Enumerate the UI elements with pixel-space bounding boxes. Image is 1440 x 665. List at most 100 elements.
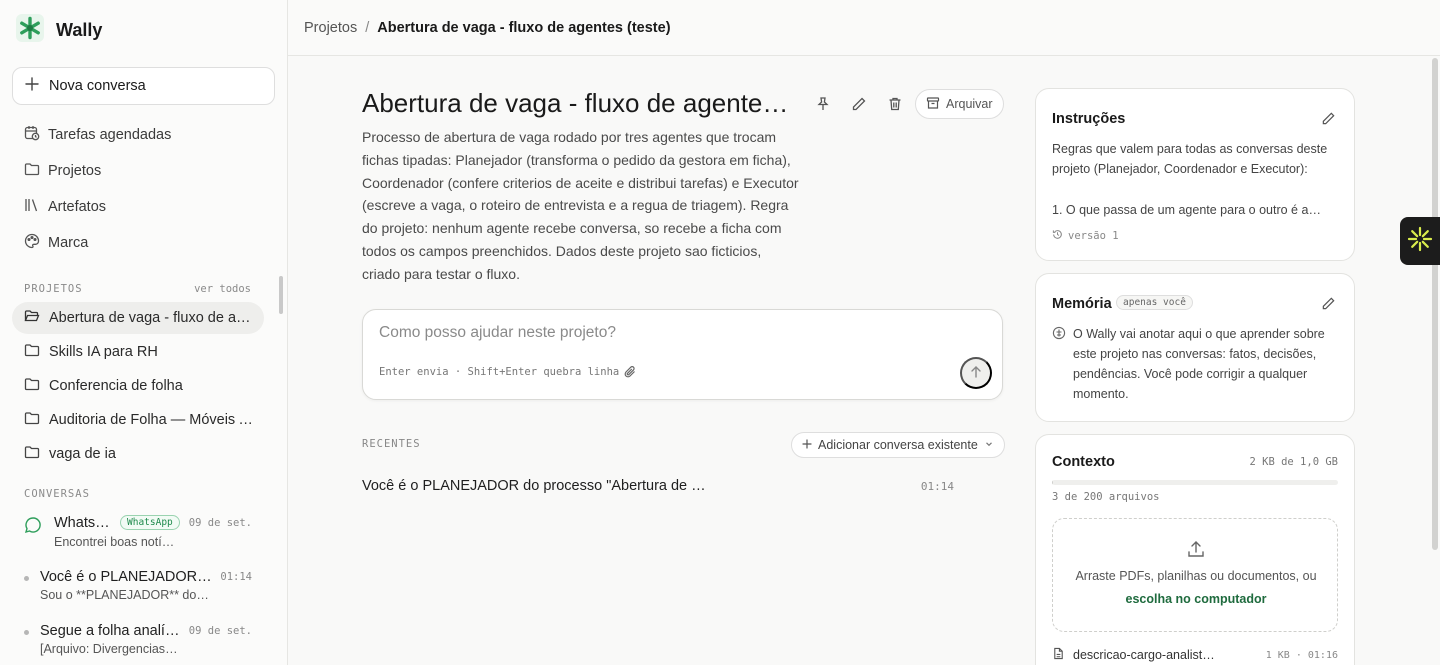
brand-name: Wally	[56, 19, 103, 40]
instructions-card: Instruções Regras que valem para todas a…	[1035, 88, 1355, 261]
breadcrumb-current: Abertura de vaga - fluxo de agentes (tes…	[377, 19, 671, 36]
paperclip-icon[interactable]	[623, 365, 637, 384]
instructions-version: versão 1	[1052, 229, 1119, 243]
conversation-subtitle: Encontrei boas notícias	[54, 535, 178, 549]
sidebar-conversation-item[interactable]: WhatsApp WhatsApp 09 de set. Encontrei b…	[24, 515, 260, 555]
add-conversation-label: Adicionar conversa existente	[818, 438, 978, 452]
conversation-title: WhatsApp	[54, 515, 114, 531]
context-title: Contexto	[1052, 454, 1115, 470]
sidebar-item-label: Artefatos	[48, 199, 107, 215]
folder-open-icon	[24, 308, 40, 328]
folder-icon	[24, 376, 40, 396]
pin-icon[interactable]	[813, 94, 833, 114]
history-icon	[1052, 229, 1063, 243]
composer-input[interactable]	[379, 324, 939, 342]
breadcrumb-root-link[interactable]: Projetos	[304, 20, 357, 36]
trash-icon[interactable]	[885, 94, 905, 114]
sidebar-item-projects[interactable]: Projetos	[24, 161, 101, 181]
palette-icon	[24, 233, 40, 253]
conversation-time: 09 de set.	[188, 625, 252, 637]
page-title: Abertura de vaga - fluxo de agentes (tes…	[362, 88, 794, 118]
sidebar-item-artifacts[interactable]: Artefatos	[24, 197, 106, 217]
edit-icon[interactable]	[849, 94, 869, 114]
whatsapp-badge: WhatsApp	[120, 515, 180, 530]
context-card: Contexto 2 KB de 1,0 GB 3 de 200 arquivo…	[1035, 434, 1355, 665]
conversations-section-label: CONVERSAS	[24, 488, 90, 500]
sidebar-item-label: Tarefas agendadas	[48, 127, 172, 143]
context-file-count: 3 de 200 arquivos	[1052, 491, 1160, 503]
sidebar-scrollbar[interactable]	[279, 276, 283, 314]
context-usage-bar	[1052, 480, 1338, 485]
sidebar-project-item[interactable]: Auditoria de Folha — Móveis Aurora	[12, 404, 264, 436]
sidebar: Wally Nova conversa Tarefas agendadas Pr…	[0, 0, 288, 665]
conversation-time: 09 de set.	[188, 517, 252, 529]
file-time: 01:16	[1307, 649, 1338, 661]
archive-icon	[926, 96, 940, 113]
sidebar-item-scheduled-tasks[interactable]: Tarefas agendadas	[24, 125, 171, 145]
sidebar-conversation-item[interactable]: Segue a folha analítica 09 de set. [Arqu…	[24, 623, 260, 663]
project-label: Abertura de vaga - fluxo de agentes (tes…	[49, 310, 255, 326]
sidebar-item-label: Marca	[48, 235, 89, 251]
calendar-clock-icon	[24, 125, 40, 145]
edit-icon[interactable]	[1321, 111, 1336, 131]
plus-icon	[25, 77, 39, 95]
project-label: Conferencia de folha	[49, 378, 183, 394]
project-description: Processo de abertura de vaga rodado por …	[362, 129, 799, 282]
project-label: Skills IA para RH	[49, 344, 158, 360]
file-meta: 1 KB · 01:16	[1265, 649, 1338, 661]
archive-label: Arquivar	[946, 97, 993, 111]
project-label: vaga de ia	[49, 446, 116, 462]
wally-logo-icon	[16, 13, 44, 47]
dropzone-text: Arraste PDFs, planilhas ou documentos, o…	[1075, 569, 1317, 583]
version-label: versão 1	[1068, 230, 1119, 242]
sidebar-project-item[interactable]: Skills IA para RH	[12, 336, 264, 368]
send-button[interactable]	[960, 357, 992, 389]
edit-icon[interactable]	[1321, 296, 1336, 316]
upload-icon	[1186, 539, 1206, 564]
recent-section-label: RECENTES	[362, 438, 421, 450]
project-label: Auditoria de Folha — Móveis Aurora	[49, 412, 255, 428]
see-all-projects-link[interactable]: ver todos	[194, 283, 251, 295]
context-usage-fill	[1052, 480, 1054, 485]
sidebar-item-brand[interactable]: Marca	[24, 233, 88, 253]
archive-button[interactable]: Arquivar	[915, 89, 1004, 119]
new-chat-button[interactable]: Nova conversa	[12, 67, 275, 105]
conversation-subtitle: Sou o **PLANEJADOR** do fluxo	[40, 588, 210, 602]
only-you-badge: apenas você	[1116, 295, 1193, 310]
sidebar-conversation-item[interactable]: Você é o PLANEJADOR do processo 01:14 So…	[24, 569, 260, 609]
file-icon	[1052, 647, 1065, 663]
conversation-title: Segue a folha analítica	[40, 623, 182, 639]
brand[interactable]: Wally	[16, 13, 103, 47]
recent-conversation-row[interactable]: Você é o PLANEJADOR do processo "Abertur…	[362, 478, 954, 498]
projects-section-label: PROJETOS	[24, 283, 83, 295]
chevron-down-icon	[984, 438, 994, 452]
breadcrumb: Projetos / Abertura de vaga - fluxo de a…	[288, 0, 1440, 56]
folder-icon	[24, 410, 40, 430]
assistant-widget-button[interactable]	[1400, 217, 1440, 265]
main-scrollbar[interactable]	[1432, 58, 1438, 550]
unread-dot-icon	[24, 630, 29, 635]
recent-conversation-time: 01:14	[920, 480, 954, 493]
file-size: 1 KB	[1265, 649, 1290, 661]
context-file-row[interactable]: descricao-cargo-analista.md 1 KB · 01:16	[1052, 647, 1338, 663]
sidebar-project-item[interactable]: vaga de ia	[12, 438, 264, 470]
unread-dot-icon	[24, 576, 29, 581]
conversation-time: 01:14	[220, 571, 252, 583]
new-chat-label: Nova conversa	[49, 78, 146, 94]
conversation-subtitle: [Arquivo: Divergencias_folha]	[40, 642, 180, 656]
add-existing-conversation-button[interactable]: Adicionar conversa existente	[791, 432, 1005, 458]
sidebar-item-label: Projetos	[48, 163, 102, 179]
folder-icon	[24, 342, 40, 362]
recent-conversation-title: Você é o PLANEJADOR do processo "Abertur…	[362, 478, 706, 494]
memory-text: O Wally vai anotar aqui o que aprender s…	[1073, 327, 1325, 401]
whatsapp-icon	[24, 516, 42, 539]
breadcrumb-separator: /	[365, 19, 370, 36]
choose-file-link[interactable]: escolha no computador	[1053, 592, 1339, 606]
memory-card: Memória apenas você O Wally vai anotar a…	[1035, 273, 1355, 422]
folder-icon	[24, 444, 40, 464]
project-main: Abertura de vaga - fluxo de agentes (tes…	[288, 56, 1440, 665]
sidebar-project-item[interactable]: Abertura de vaga - fluxo de agentes (tes…	[12, 302, 264, 334]
sidebar-project-item[interactable]: Conferencia de folha	[12, 370, 264, 402]
file-name: descricao-cargo-analista.md	[1073, 648, 1219, 662]
file-dropzone[interactable]: Arraste PDFs, planilhas ou documentos, o…	[1052, 518, 1338, 632]
